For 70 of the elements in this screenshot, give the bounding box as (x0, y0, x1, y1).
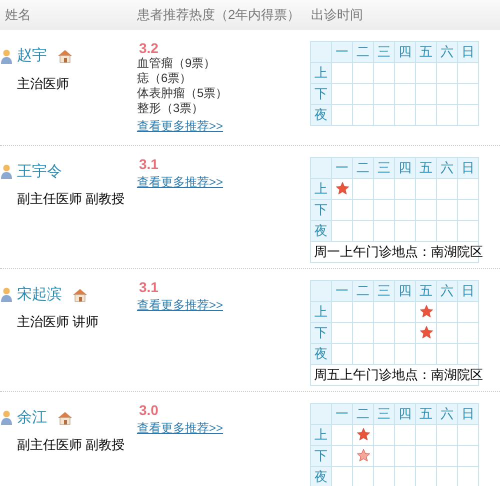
rating-score: 3.0 (138, 402, 160, 418)
column-header: 患者推荐热度（2年内得票） (136, 6, 302, 24)
day-header: 三 (374, 404, 395, 424)
period-label: 上 (311, 424, 332, 444)
day-header: 五 (416, 280, 437, 300)
doctor-name-link[interactable]: 赵宇 (17, 45, 47, 68)
vote-item: 痣（6票） (137, 71, 193, 86)
day-header: 二 (353, 42, 374, 62)
doctor-title: 副主任医师 副教授 (16, 436, 126, 454)
house-icon[interactable] (57, 410, 73, 425)
period-label: 夜 (311, 344, 332, 364)
day-header: 五 (416, 404, 437, 424)
house-icon[interactable] (72, 288, 88, 302)
rating-score: 3.1 (138, 156, 160, 172)
day-header: 五 (416, 42, 437, 62)
day-header: 日 (458, 158, 479, 178)
day-header: 四 (395, 42, 416, 62)
period-label: 下 (311, 200, 332, 220)
day-header: 六 (437, 280, 458, 300)
day-header: 三 (374, 280, 395, 300)
doctor-name-link[interactable]: 王宇令 (17, 160, 62, 183)
person-icon (0, 410, 13, 426)
day-header: 四 (395, 280, 416, 300)
person-icon (0, 164, 13, 180)
day-header: 二 (353, 404, 374, 424)
house-icon[interactable] (57, 49, 73, 64)
person-icon (0, 48, 13, 64)
day-header: 一 (332, 280, 353, 300)
period-label: 夜 (311, 466, 332, 486)
doctor-name-link[interactable]: 宋起滨 (17, 284, 62, 306)
day-header: 三 (374, 42, 395, 62)
period-label: 下 (311, 446, 332, 466)
day-header: 三 (374, 158, 395, 178)
doctor-title: 副主任医师 副教授 (16, 190, 126, 208)
vote-item: 整形（3票） (137, 101, 205, 116)
column-header: 出诊时间 (310, 6, 363, 24)
vote-item: 体表肿瘤（5票） (137, 86, 229, 101)
day-header: 四 (395, 158, 416, 178)
person-icon (0, 287, 13, 302)
day-header: 六 (437, 42, 458, 62)
column-header: 姓名 (4, 6, 32, 24)
period-label: 夜 (311, 105, 332, 125)
period-label: 下 (311, 84, 332, 104)
period-label: 夜 (311, 220, 332, 240)
day-header: 日 (458, 404, 479, 424)
day-header: 日 (458, 42, 479, 62)
day-header: 二 (353, 158, 374, 178)
day-header: 一 (332, 158, 353, 178)
rating-score: 3.2 (138, 41, 160, 56)
more-recommendations-link[interactable]: 查看更多推荐>> (137, 420, 224, 434)
vote-item: 血管瘤（9票） (137, 56, 217, 71)
day-header: 六 (437, 404, 458, 424)
doctor-title: 主治医师 (16, 74, 70, 92)
period-label: 下 (311, 322, 332, 342)
day-header: 五 (416, 158, 437, 178)
period-label: 上 (311, 178, 332, 198)
day-header: 一 (332, 42, 353, 62)
more-recommendations-link[interactable]: 查看更多推荐>> (137, 174, 224, 188)
period-label: 上 (311, 302, 332, 322)
more-recommendations-link[interactable]: 查看更多推荐>> (137, 298, 224, 312)
more-recommendations-link[interactable]: 查看更多推荐>> (137, 119, 224, 133)
doctor-name-link[interactable]: 余江 (17, 406, 47, 429)
day-header: 二 (353, 280, 374, 300)
day-header: 日 (458, 280, 479, 300)
doctor-title: 主治医师 讲师 (16, 313, 100, 331)
day-header: 六 (437, 158, 458, 178)
period-label: 上 (311, 63, 332, 83)
rating-score: 3.1 (138, 280, 160, 294)
day-header: 四 (395, 404, 416, 424)
day-header: 一 (332, 404, 353, 424)
